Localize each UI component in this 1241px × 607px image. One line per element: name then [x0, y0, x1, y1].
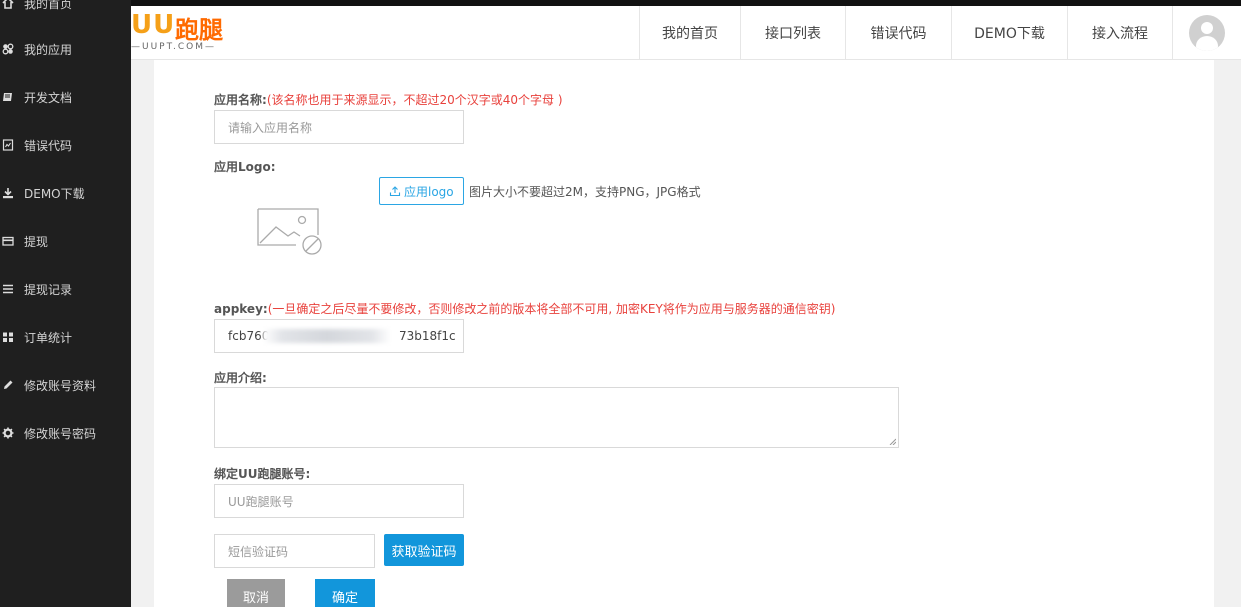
appkey-input[interactable]: fcb760 73b18f1c	[214, 319, 464, 353]
sidebar-item-label: 我的首页	[24, 0, 73, 11]
appkey-label: appkey:(一旦确定之后尽量不要修改，否则修改之前的版本将全部不可用, 加密…	[214, 300, 835, 317]
nav-label: DEMO下载	[974, 26, 1045, 42]
sidebar-item-withdraw-records[interactable]: 提现记录	[0, 274, 131, 304]
sidebar-item-edit-profile[interactable]: 修改账号资料	[0, 370, 131, 400]
error-doc-icon	[2, 139, 14, 151]
nav-label: 接口列表	[765, 26, 821, 42]
app-name-label: 应用名称:(该名称也用于来源显示，不超过20个汉字或40个字母 )	[214, 91, 563, 108]
sidebar-item-order-stats[interactable]: 订单统计	[0, 322, 131, 352]
book-icon	[2, 91, 14, 103]
appkey-label-text: appkey:	[214, 302, 268, 316]
uu-account-input[interactable]: UU跑腿账号	[214, 484, 464, 518]
upload-note: 图片大小不要超过2M，支持PNG，JPG格式	[469, 185, 701, 199]
cancel-label: 取消	[242, 591, 269, 606]
cancel-button[interactable]: 取消	[227, 579, 285, 607]
sms-code-input[interactable]: 短信验证码	[214, 534, 375, 568]
sidebar-item-label: 修改账号密码	[24, 426, 97, 441]
app-logo-label-text: 应用Logo:	[214, 160, 276, 174]
card-icon	[2, 235, 14, 247]
confirm-button[interactable]: 确定	[315, 579, 375, 607]
grid-icon	[2, 331, 14, 343]
bind-account-label: 绑定UU跑腿账号:	[214, 465, 310, 482]
top-nav: 我的首页 接口列表 错误代码 DEMO下载 接入流程	[639, 6, 1241, 60]
sidebar: 我的首页 我的应用 开发文档 错误代码 DEMO下载 提现 提现记录 订单统计 …	[0, 0, 131, 607]
nav-home[interactable]: 我的首页	[639, 6, 740, 60]
resize-handle[interactable]	[889, 438, 896, 445]
list-icon	[2, 283, 14, 295]
gear-icon	[2, 427, 14, 439]
sidebar-item-change-password[interactable]: 修改账号密码	[0, 418, 131, 448]
download-icon	[2, 187, 14, 199]
intro-label: 应用介绍:	[214, 369, 267, 386]
nav-api-list[interactable]: 接口列表	[740, 6, 845, 60]
sidebar-item-label: 修改账号资料	[24, 378, 97, 393]
app-name-placeholder: 请输入应用名称	[228, 120, 313, 135]
logo-uu: UU	[131, 10, 176, 40]
appkey-redaction	[263, 329, 391, 343]
sidebar-item-error-codes[interactable]: 错误代码	[0, 130, 131, 160]
upload-icon	[389, 185, 401, 197]
sidebar-item-home[interactable]: 我的首页	[0, 0, 131, 18]
nav-label: 我的首页	[662, 26, 718, 42]
upload-logo-label: 应用logo	[404, 184, 454, 199]
uupt-logo[interactable]: UU 跑腿 —UUPT.COM—	[131, 8, 251, 54]
bind-account-label-text: 绑定UU跑腿账号:	[214, 467, 311, 481]
upload-logo-button[interactable]: 应用logo	[379, 177, 464, 205]
nav-integration-flow[interactable]: 接入流程	[1067, 6, 1172, 60]
home-icon	[2, 0, 14, 9]
sms-code-placeholder: 短信验证码	[228, 544, 289, 559]
app-form-panel: 应用名称:(该名称也用于来源显示，不超过20个汉字或40个字母 ) 请输入应用名…	[154, 60, 1214, 607]
sidebar-item-label: 提现记录	[24, 282, 73, 297]
logo-subtitle: —UUPT.COM—	[131, 42, 217, 52]
sidebar-item-demo-download[interactable]: DEMO下载	[0, 178, 131, 208]
nav-demo-download[interactable]: DEMO下载	[951, 6, 1067, 60]
nav-user[interactable]	[1172, 6, 1241, 60]
avatar[interactable]	[1189, 15, 1225, 51]
confirm-label: 确定	[331, 591, 358, 606]
sidebar-item-label: DEMO下载	[24, 186, 85, 201]
sidebar-item-withdraw[interactable]: 提现	[0, 226, 131, 256]
sidebar-item-label: 我的应用	[24, 42, 73, 57]
intro-textarea[interactable]	[214, 387, 899, 448]
get-code-button[interactable]: 获取验证码	[384, 534, 464, 566]
app-name-input[interactable]: 请输入应用名称	[214, 110, 464, 144]
intro-label-text: 应用介绍:	[214, 371, 267, 385]
apps-icon	[2, 43, 14, 55]
app-logo-label: 应用Logo:	[214, 158, 276, 175]
sidebar-item-my-apps[interactable]: 我的应用	[0, 34, 131, 64]
sidebar-item-label: 开发文档	[24, 90, 73, 105]
pencil-icon	[2, 379, 14, 391]
sidebar-item-label: 提现	[24, 234, 49, 249]
sidebar-item-dev-docs[interactable]: 开发文档	[0, 82, 131, 112]
nav-label: 错误代码	[870, 26, 927, 42]
appkey-suffix: 73b18f1c	[399, 329, 456, 343]
page-scroll-area[interactable]	[1214, 60, 1241, 607]
sidebar-item-label: 错误代码	[24, 138, 73, 153]
top-header: UU 跑腿 —UUPT.COM— 我的首页 接口列表 错误代码 DEMO下载 接…	[131, 0, 1241, 60]
sidebar-item-label: 订单统计	[24, 330, 73, 345]
get-code-label: 获取验证码	[391, 544, 457, 560]
uu-account-placeholder: UU跑腿账号	[228, 494, 294, 509]
nav-error-codes[interactable]: 错误代码	[845, 6, 951, 60]
app-name-hint: (该名称也用于来源显示，不超过20个汉字或40个字母 )	[266, 93, 563, 107]
appkey-hint: (一旦确定之后尽量不要修改，否则修改之前的版本将全部不可用, 加密KEY将作为应…	[267, 302, 836, 316]
logo-run: 跑腿	[175, 16, 223, 44]
nav-label: 接入流程	[1092, 26, 1148, 42]
app-name-label-text: 应用名称:	[214, 93, 267, 107]
no-image-icon	[254, 203, 329, 258]
